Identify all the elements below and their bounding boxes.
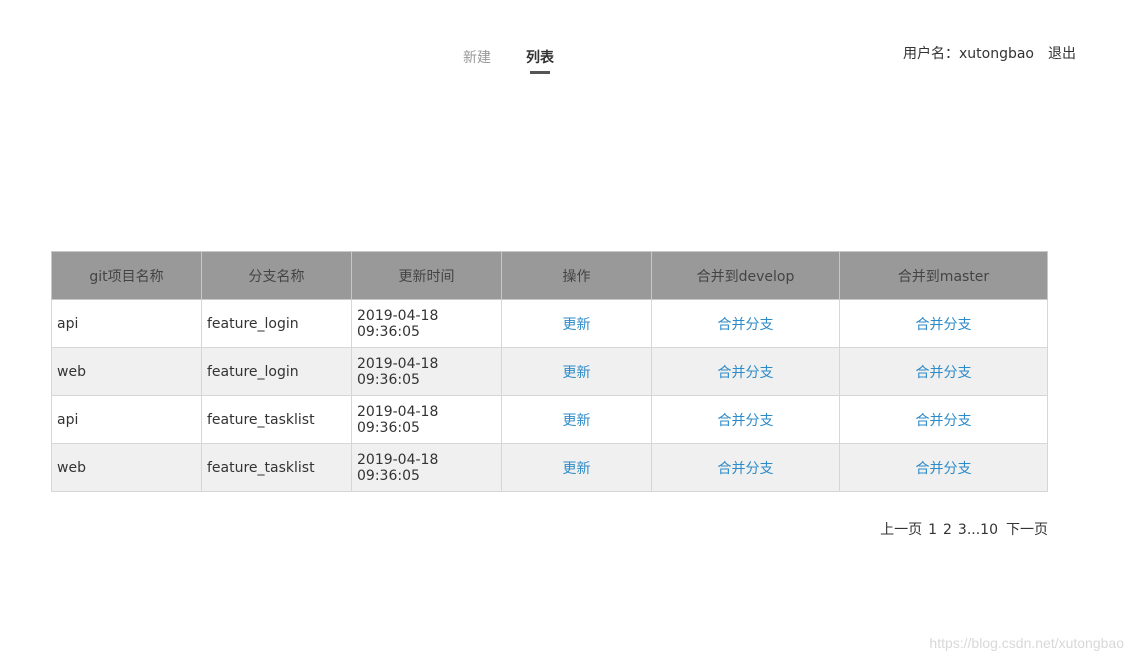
user-area: 用户名：xutongbao 退出	[903, 44, 1076, 64]
tab-new[interactable]: 新建	[463, 48, 491, 74]
cell-merge-master: 合并分支	[839, 299, 1048, 348]
merge-develop-link[interactable]: 合并分支	[718, 317, 774, 333]
cell-project: api	[51, 395, 202, 444]
cell-action: 更新	[501, 395, 652, 444]
cell-action: 更新	[501, 299, 652, 348]
table-row: web feature_tasklist 2019-04-18 09:36:05…	[51, 443, 1048, 492]
cell-updated: 2019-04-18 09:36:05	[351, 347, 502, 396]
logout-link[interactable]: 退出	[1048, 44, 1076, 64]
column-header-merge-master: 合并到master	[839, 251, 1048, 300]
column-header-branch: 分支名称	[201, 251, 352, 300]
table-row: web feature_login 2019-04-18 09:36:05 更新…	[51, 347, 1048, 396]
cell-merge-develop: 合并分支	[651, 347, 840, 396]
page-link[interactable]: 1	[928, 520, 937, 540]
table-row: api feature_login 2019-04-18 09:36:05 更新…	[51, 299, 1048, 348]
branch-table: git项目名称 分支名称 更新时间 操作 合并到develop 合并到maste…	[51, 251, 1048, 492]
update-link[interactable]: 更新	[563, 461, 591, 477]
merge-master-link[interactable]: 合并分支	[916, 365, 972, 381]
merge-master-link[interactable]: 合并分支	[916, 317, 972, 333]
page-link[interactable]: 2	[943, 520, 952, 540]
watermark: https://blog.csdn.net/xutongbao	[929, 635, 1124, 651]
cell-updated: 2019-04-18 09:36:05	[351, 299, 502, 348]
cell-action: 更新	[501, 443, 652, 492]
table-header-row: git项目名称 分支名称 更新时间 操作 合并到develop 合并到maste…	[51, 251, 1048, 300]
cell-merge-develop: 合并分支	[651, 299, 840, 348]
cell-merge-master: 合并分支	[839, 347, 1048, 396]
cell-branch: feature_tasklist	[201, 395, 352, 444]
cell-branch: feature_login	[201, 299, 352, 348]
column-header-project: git项目名称	[51, 251, 202, 300]
column-header-updated: 更新时间	[351, 251, 502, 300]
cell-branch: feature_tasklist	[201, 443, 352, 492]
merge-develop-link[interactable]: 合并分支	[718, 461, 774, 477]
cell-updated: 2019-04-18 09:36:05	[351, 395, 502, 444]
update-link[interactable]: 更新	[563, 365, 591, 381]
cell-merge-develop: 合并分支	[651, 443, 840, 492]
cell-action: 更新	[501, 347, 652, 396]
page-link[interactable]: 3...10	[958, 520, 998, 540]
tab-list[interactable]: 列表	[526, 48, 554, 74]
username-label: 用户名：xutongbao	[902, 46, 1034, 62]
page: 新建 列表 用户名：xutongbao 退出 git项目名称 分支名称 更新时间…	[0, 0, 1133, 661]
cell-branch: feature_login	[201, 347, 352, 396]
merge-develop-link[interactable]: 合并分支	[718, 365, 774, 381]
table-row: api feature_tasklist 2019-04-18 09:36:05…	[51, 395, 1048, 444]
merge-develop-link[interactable]: 合并分支	[718, 413, 774, 429]
next-page-button[interactable]: 下一页	[1006, 520, 1048, 540]
top-nav: 新建 列表	[463, 48, 554, 74]
cell-project: web	[51, 347, 202, 396]
update-link[interactable]: 更新	[563, 317, 591, 333]
merge-master-link[interactable]: 合并分支	[916, 413, 972, 429]
column-header-action: 操作	[501, 251, 652, 300]
update-link[interactable]: 更新	[563, 413, 591, 429]
prev-page-button[interactable]: 上一页	[880, 520, 922, 540]
cell-merge-master: 合并分支	[839, 443, 1048, 492]
column-header-merge-develop: 合并到develop	[651, 251, 840, 300]
cell-merge-master: 合并分支	[839, 395, 1048, 444]
merge-master-link[interactable]: 合并分支	[916, 461, 972, 477]
cell-merge-develop: 合并分支	[651, 395, 840, 444]
cell-project: api	[51, 299, 202, 348]
pagination: 上一页 1 2 3...10 下一页	[880, 520, 1048, 540]
cell-project: web	[51, 443, 202, 492]
cell-updated: 2019-04-18 09:36:05	[351, 443, 502, 492]
